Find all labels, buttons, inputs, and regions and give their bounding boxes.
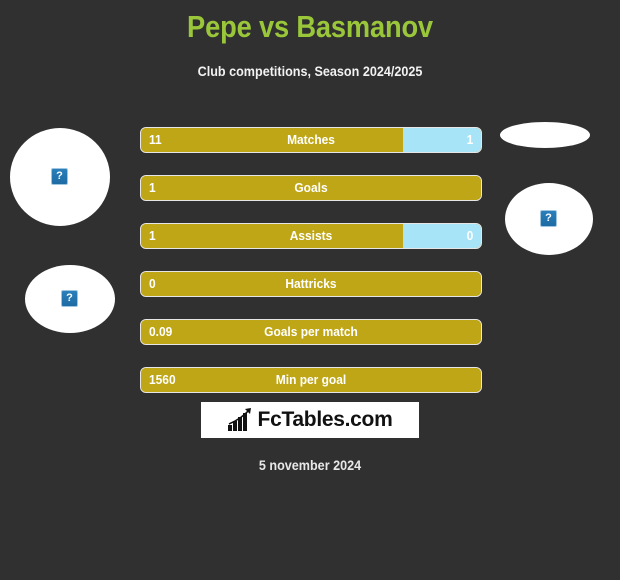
away-player-photo [500,122,590,148]
bar-chart-arrow-icon [227,408,251,431]
stat-bar-row: 11 1 Matches [140,127,482,153]
stat-bar-row: 0 Hattricks [140,271,482,297]
stat-label: Matches [287,132,335,147]
away-club-logo: ? [505,183,593,255]
home-club-logo: ? [25,265,115,333]
stat-label: Goals [294,180,328,195]
stat-bar-row: 1 0 Assists [140,223,482,249]
infographic-canvas: Pepe vs Basmanov Club competitions, Seas… [0,0,620,580]
stat-bar-row: 0.09 Goals per match [140,319,482,345]
broken-image-icon: ? [61,290,78,307]
broken-image-icon: ? [51,168,68,185]
generated-date: 5 november 2024 [258,457,362,473]
page-subtitle: Club competitions, Season 2024/2025 [197,63,423,79]
stat-bar-row: 1560 Min per goal [140,367,482,393]
page-title: Pepe vs Basmanov [187,9,433,44]
stat-label: Min per goal [275,372,347,387]
fctables-logo-text: FcTables.com [257,408,393,431]
fctables-logo[interactable]: FcTables.com [201,402,419,438]
home-player-photo: ? [10,128,110,226]
stat-label: Hattricks [285,276,337,291]
stat-bar-list: 11 1 Matches 1 Goals 1 0 Assists 0 Hattricks 0.09 G… [140,127,482,415]
stat-label: Goals per match [264,324,358,339]
stat-label: Assists [289,228,333,243]
broken-image-icon: ? [540,210,557,227]
stat-bar-row: 1 Goals [140,175,482,201]
